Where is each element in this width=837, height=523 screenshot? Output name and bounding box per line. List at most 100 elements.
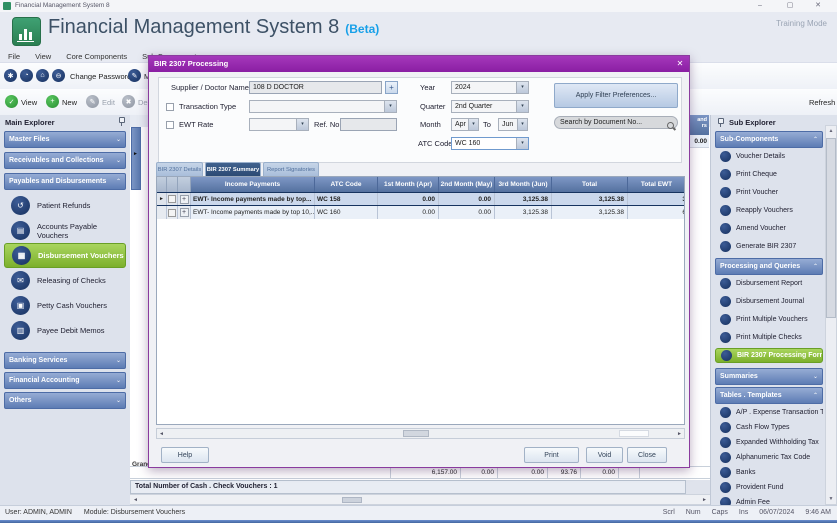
apply-filter-preferences-button[interactable]: Apply Filter Preferences...: [554, 83, 678, 108]
sidebar-item-patient-refunds[interactable]: ↺ Patient Refunds: [4, 193, 126, 218]
supplier-field[interactable]: 108 D DOCTOR: [249, 81, 382, 94]
sidebar-item-releasing-of-checks[interactable]: ✉ Releasing of Checks: [4, 268, 126, 293]
subitem-banks[interactable]: Banks: [715, 465, 823, 480]
year-dropdown[interactable]: 2024 ▾: [451, 81, 529, 94]
subitem-provident-fund[interactable]: Provident Fund: [715, 480, 823, 495]
account-icon-4[interactable]: ⊖: [52, 69, 65, 82]
ewt-rate-dropdown[interactable]: ▾: [249, 118, 309, 131]
sidebar-item-payee-debit-memos[interactable]: ▥ Payee Debit Memos: [4, 318, 126, 343]
search-document-input[interactable]: Search by Document No...: [554, 116, 678, 129]
supplier-lookup-button[interactable]: +: [385, 81, 398, 94]
sub-explorer-scrollbar[interactable]: ▲ ▼: [825, 125, 837, 505]
col-atc-code[interactable]: ATC Code: [315, 177, 378, 192]
section-sub-components[interactable]: Sub-Components ⌃: [715, 131, 823, 148]
chevron-down-icon[interactable]: ▾: [516, 82, 528, 93]
subitem-print-multiple-vouchers[interactable]: Print Multiple Vouchers: [715, 312, 823, 327]
tab-report-signatories[interactable]: Report Signatories: [263, 162, 319, 176]
section-master-files[interactable]: Master Files ⌄: [4, 131, 126, 148]
my-settings-icon[interactable]: ✎: [128, 69, 141, 82]
col-1st-month[interactable]: 1st Month (Apr): [378, 177, 439, 192]
chevron-down-icon[interactable]: ▾: [468, 119, 478, 130]
scroll-left-icon[interactable]: ◄: [159, 431, 164, 437]
subitem-disbursement-report[interactable]: Disbursement Report: [715, 276, 823, 291]
chevron-down-icon[interactable]: ▾: [517, 119, 527, 130]
chevron-down-icon[interactable]: ▾: [516, 138, 528, 149]
subitem-ap-expense-transaction[interactable]: A/P . Expense Transaction T...: [715, 405, 823, 420]
subitem-print-voucher[interactable]: Print Voucher: [715, 185, 823, 200]
subitem-alphanumeric-tax-code[interactable]: Alphanumeric Tax Code: [715, 450, 823, 465]
section-processing-queries[interactable]: Processing and Queries ⌃: [715, 258, 823, 275]
ref-no-field[interactable]: [340, 118, 397, 131]
minimize-icon[interactable]: –: [753, 1, 767, 11]
expand-row-icon[interactable]: +: [180, 195, 189, 204]
view-icon[interactable]: ✓: [5, 95, 18, 108]
pin-icon[interactable]: [716, 118, 724, 127]
subitem-reapply-vouchers[interactable]: Reapply Vouchers: [715, 203, 823, 218]
change-password-button[interactable]: Change Password: [70, 72, 131, 81]
scrollbar-thumb[interactable]: [403, 430, 429, 437]
grid-row-selected[interactable]: ► + EWT- Income payments made by top... …: [157, 192, 684, 206]
tab-bir-2307-summary[interactable]: BIR 2307 Summary: [205, 162, 261, 176]
month-to-dropdown[interactable]: Jun ▾: [498, 118, 528, 131]
menu-file[interactable]: File: [8, 52, 20, 61]
scrollbar-thumb[interactable]: [342, 497, 362, 503]
section-financial-accounting[interactable]: Financial Accounting ⌄: [4, 372, 126, 389]
subitem-print-cheque[interactable]: Print Cheque: [715, 167, 823, 182]
sidebar-item-petty-cash-vouchers[interactable]: ▣ Petty Cash Vouchers: [4, 293, 126, 318]
month-from-dropdown[interactable]: Apr ▾: [451, 118, 479, 131]
chevron-down-icon[interactable]: ▾: [384, 101, 396, 112]
section-banking-services[interactable]: Banking Services ⌄: [4, 352, 126, 369]
col-total-ewt[interactable]: Total EWT: [628, 177, 685, 192]
dialog-horizontal-scrollbar[interactable]: ◄ ►: [156, 428, 685, 439]
grid-row[interactable]: + EWT- Income payments made by top 10,..…: [157, 206, 684, 219]
tab-bir-2307-details[interactable]: BIR 2307 Details: [156, 162, 203, 176]
scroll-right-icon[interactable]: ►: [702, 497, 707, 503]
void-button[interactable]: Void: [586, 447, 623, 463]
transaction-type-dropdown[interactable]: ▾: [249, 100, 397, 113]
chevron-down-icon[interactable]: ▾: [516, 101, 528, 112]
sidebar-item-accounts-payable[interactable]: ▤ Accounts Payable Vouchers: [4, 218, 126, 243]
subitem-amend-voucher[interactable]: Amend Voucher: [715, 221, 823, 236]
subitem-cash-flow-types[interactable]: Cash Flow Types: [715, 420, 823, 435]
atc-code-dropdown[interactable]: WC 160 ▾: [451, 137, 529, 150]
col-3rd-month[interactable]: 3rd Month (Jun): [495, 177, 552, 192]
col-income-payments[interactable]: Income Payments: [191, 177, 315, 192]
help-button[interactable]: Help: [161, 447, 209, 463]
scroll-right-icon[interactable]: ►: [677, 431, 682, 437]
dialog-close-icon[interactable]: ✕: [674, 58, 686, 70]
account-icon-1[interactable]: ✱: [4, 69, 17, 82]
view-button[interactable]: View: [21, 98, 37, 107]
refresh-button[interactable]: Refresh: [809, 98, 835, 107]
sidebar-item-disbursement-vouchers[interactable]: ▦ Disbursement Vouchers: [4, 243, 126, 268]
scroll-left-icon[interactable]: ◄: [133, 497, 138, 503]
quarter-dropdown[interactable]: 2nd Quarter ▾: [451, 100, 529, 113]
section-tables-templates[interactable]: Tables . Templates ⌃: [715, 387, 823, 404]
col-2nd-month[interactable]: 2nd Month (May): [439, 177, 495, 192]
scroll-up-icon[interactable]: ▲: [826, 126, 836, 136]
pin-icon[interactable]: [117, 117, 125, 126]
subitem-expanded-withholding-tax[interactable]: Expanded Withholding Tax: [715, 435, 823, 450]
section-payables[interactable]: Payables and Disbursements ⌃: [4, 173, 126, 190]
chevron-down-icon[interactable]: ▾: [296, 119, 308, 130]
menu-core-components[interactable]: Core Components: [66, 52, 127, 61]
subitem-bir-2307-processing-form[interactable]: BIR 2307 Processing Form: [715, 348, 823, 363]
section-others[interactable]: Others ⌄: [4, 392, 126, 409]
subitem-generate-bir-2307[interactable]: Generate BIR 2307: [715, 239, 823, 254]
transaction-type-checkbox[interactable]: [166, 103, 174, 111]
menu-view[interactable]: View: [35, 52, 51, 61]
account-icon-3[interactable]: ⌂: [36, 69, 49, 82]
close-button[interactable]: Close: [627, 447, 667, 463]
ewt-rate-checkbox[interactable]: [166, 121, 174, 129]
scroll-down-icon[interactable]: ▼: [826, 494, 836, 504]
new-button[interactable]: New: [62, 98, 77, 107]
subitem-disbursement-journal[interactable]: Disbursement Journal: [715, 294, 823, 309]
row-checkbox[interactable]: [168, 195, 176, 203]
new-icon[interactable]: +: [46, 95, 59, 108]
dialog-titlebar[interactable]: BIR 2307 Processing: [149, 56, 689, 72]
maximize-icon[interactable]: ▢: [783, 1, 797, 11]
workspace-horizontal-scrollbar[interactable]: ◄ ►: [130, 494, 710, 505]
section-summaries[interactable]: Summaries ⌄: [715, 368, 823, 385]
row-checkbox[interactable]: [168, 209, 176, 217]
print-button[interactable]: Print: [524, 447, 579, 463]
expand-row-icon[interactable]: +: [180, 208, 189, 217]
